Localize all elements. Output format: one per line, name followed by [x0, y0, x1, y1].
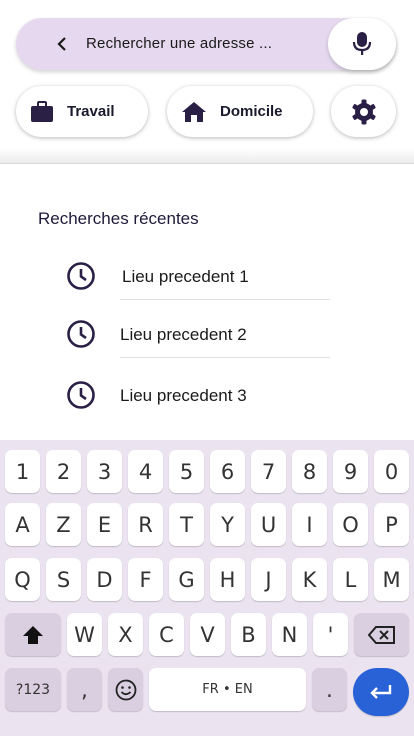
key-d[interactable]: D: [87, 558, 122, 601]
key-y[interactable]: Y: [210, 503, 245, 546]
work-shortcut-button[interactable]: Travail: [16, 86, 148, 137]
key-k[interactable]: K: [292, 558, 327, 601]
key-p[interactable]: P: [374, 503, 409, 546]
home-shortcut-label: Domicile: [220, 103, 283, 120]
key-q[interactable]: Q: [5, 558, 40, 601]
key-u[interactable]: U: [251, 503, 286, 546]
header-divider: [0, 148, 414, 164]
key-w[interactable]: W: [67, 613, 102, 656]
enter-icon: [370, 685, 392, 699]
search-input[interactable]: Rechercher une adresse ...: [86, 35, 272, 52]
key-t[interactable]: T: [169, 503, 204, 546]
recent-item-divider: [120, 299, 330, 300]
key-i[interactable]: I: [292, 503, 327, 546]
key-x[interactable]: X: [108, 613, 143, 656]
recent-item[interactable]: Lieu precedent 2: [66, 319, 330, 377]
recent-item-divider: [120, 357, 330, 358]
comma-key[interactable]: ,: [67, 668, 102, 711]
key-b[interactable]: B: [231, 613, 266, 656]
key-f[interactable]: F: [128, 558, 163, 601]
key-2[interactable]: 2: [46, 450, 81, 493]
key-9[interactable]: 9: [333, 450, 368, 493]
period-key[interactable]: .: [312, 668, 347, 711]
key-g[interactable]: G: [169, 558, 204, 601]
key-7[interactable]: 7: [251, 450, 286, 493]
recent-item[interactable]: Lieu precedent 1: [66, 261, 330, 319]
key-z[interactable]: Z: [46, 503, 81, 546]
enter-key[interactable]: [353, 668, 409, 716]
back-button[interactable]: [42, 18, 82, 70]
emoji-key[interactable]: [108, 668, 143, 711]
shift-icon: [23, 625, 43, 644]
recent-item-label: Lieu precedent 2: [120, 325, 247, 344]
recent-item-label: Lieu precedent 3: [120, 386, 247, 405]
key-a[interactable]: A: [5, 503, 40, 546]
key-r[interactable]: R: [128, 503, 163, 546]
work-shortcut-label: Travail: [67, 103, 115, 120]
backspace-key[interactable]: [354, 613, 409, 656]
key-4[interactable]: 4: [128, 450, 163, 493]
key-o[interactable]: O: [333, 503, 368, 546]
key-e[interactable]: E: [87, 503, 122, 546]
key-l[interactable]: L: [333, 558, 368, 601]
home-shortcut-button[interactable]: Domicile: [167, 86, 313, 137]
key-h[interactable]: H: [210, 558, 245, 601]
home-icon: [181, 101, 207, 123]
space-key[interactable]: FR • EN: [149, 668, 306, 711]
recent-item-label: Lieu precedent 1: [122, 267, 249, 286]
briefcase-icon: [30, 100, 54, 123]
screen: Rechercher une adresse ... Travail Domic…: [0, 0, 414, 736]
clock-icon: [67, 381, 95, 409]
key-s[interactable]: S: [46, 558, 81, 601]
recent-searches-title: Recherches récentes: [38, 209, 199, 228]
recent-item[interactable]: Lieu precedent 3: [66, 380, 330, 438]
clock-icon: [67, 320, 95, 348]
key-c[interactable]: C: [149, 613, 184, 656]
settings-button[interactable]: [331, 86, 396, 137]
key-3[interactable]: 3: [87, 450, 122, 493]
emoji-icon: [115, 679, 136, 700]
voice-search-button[interactable]: [328, 18, 396, 70]
key-6[interactable]: 6: [210, 450, 245, 493]
symbols-key[interactable]: ?123: [5, 668, 61, 711]
clock-icon: [67, 262, 95, 290]
search-bar[interactable]: Rechercher une adresse ...: [16, 18, 396, 70]
key-5[interactable]: 5: [169, 450, 204, 493]
chevron-left-icon: [57, 37, 66, 51]
key-m[interactable]: M: [374, 558, 409, 601]
soft-keyboard: 1 2 3 4 5 6 7 8 9 0 A Z E R T Y U I O P …: [0, 440, 414, 736]
gear-icon: [351, 99, 376, 124]
microphone-icon: [352, 32, 372, 55]
key-0[interactable]: 0: [374, 450, 409, 493]
key-n[interactable]: N: [272, 613, 307, 656]
key-apostrophe[interactable]: ': [313, 613, 348, 656]
backspace-icon: [367, 625, 395, 644]
shift-key[interactable]: [5, 613, 61, 656]
key-v[interactable]: V: [190, 613, 225, 656]
key-8[interactable]: 8: [292, 450, 327, 493]
key-1[interactable]: 1: [5, 450, 40, 493]
key-j[interactable]: J: [251, 558, 286, 601]
